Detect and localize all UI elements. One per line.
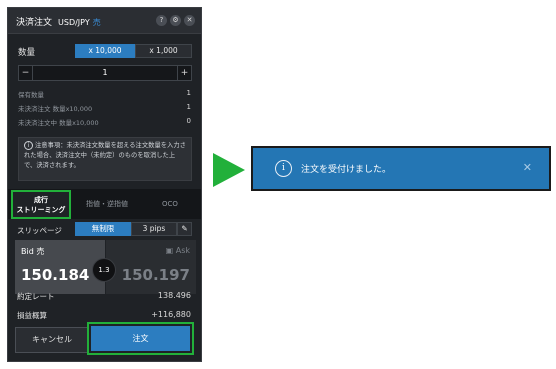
quantity-label: 数量: [18, 48, 36, 58]
open-order-quantity-label: 未決済注文 数量x10,000: [18, 105, 93, 113]
open-order-quantity-value: 1: [186, 103, 191, 111]
increment-button[interactable]: +: [177, 66, 191, 80]
close-order-panel: 決済注文 USD/JPY 売 ? ⚙ ✕ 数量 x 10,000 x 1,000 −…: [7, 7, 202, 362]
pnl-estimate-label: 損益概算: [17, 311, 47, 320]
spread-badge: 1.3: [92, 258, 116, 282]
notice-text: 注意事項：未決済注文数量を超える注文数量を入力された場合、決済注文中（未約定）の…: [24, 142, 186, 169]
panel-titlebar[interactable]: 決済注文 USD/JPY 売 ? ⚙ ✕: [8, 8, 201, 34]
tab-limit-stop[interactable]: 指値・逆指値: [74, 189, 140, 219]
tab-market-streaming[interactable]: 成行 ストリーミング: [11, 190, 71, 219]
quantity-input[interactable]: 1: [33, 66, 177, 80]
close-icon[interactable]: ✕: [523, 161, 532, 174]
lock-icon: ▣: [165, 246, 176, 255]
panel-title: 決済注文 USD/JPY 売: [16, 15, 101, 28]
cancel-button[interactable]: キャンセル: [15, 327, 89, 353]
order-button-highlight: 注文: [87, 322, 194, 355]
ask-label-text: Ask: [175, 246, 190, 255]
close-icon[interactable]: ✕: [184, 15, 195, 26]
edit-slippage-icon[interactable]: ✎: [177, 222, 192, 236]
decrement-button[interactable]: −: [19, 66, 33, 80]
notice-box: i 注意事項：未決済注文数量を超える注文数量を入力された場合、決済注文中（未約定）…: [18, 137, 192, 181]
currency-pair: USD/JPY: [58, 18, 90, 27]
slippage-label: スリッページ: [17, 226, 62, 235]
ask-price: 150.197: [121, 266, 190, 284]
pnl-estimate-value: +116,880: [151, 310, 191, 319]
slippage-option-unlimited[interactable]: 無制限: [75, 222, 131, 236]
order-button[interactable]: 注文: [91, 326, 190, 351]
pending-order-quantity-label: 未決済注文中 数量x10,000: [18, 119, 99, 127]
tab-market-line2: ストリーミング: [16, 206, 66, 214]
bid-label: Bid 売: [21, 247, 45, 256]
quantity-stepper: − 1 +: [18, 65, 192, 81]
order-side: 売: [92, 18, 101, 27]
unit-option-1000[interactable]: x 1,000: [135, 44, 192, 58]
bid-price: 150.184: [21, 266, 90, 284]
tab-oco[interactable]: OCO: [140, 189, 200, 219]
holding-quantity-label: 保有数量: [18, 91, 44, 99]
execution-rate-value: 138.496: [157, 291, 191, 300]
order-accepted-toast: i 注文を受付けました。 ✕: [251, 146, 551, 191]
order-type-tabs: 成行 ストリーミング 指値・逆指値 OCO: [8, 189, 201, 219]
ask-label: ▣ Ask: [166, 246, 190, 255]
execution-rate-label: 約定レート: [17, 292, 55, 301]
settings-icon[interactable]: ⚙: [170, 15, 181, 26]
slippage-option-3pips[interactable]: 3 pips: [131, 222, 177, 236]
holding-quantity-value: 1: [186, 89, 191, 97]
toast-message: 注文を受付けました。: [301, 165, 392, 175]
help-icon[interactable]: ?: [156, 15, 167, 26]
titlebar-icons: ? ⚙ ✕: [156, 15, 195, 26]
tab-market-line1: 成行: [34, 196, 48, 204]
arrow-right-icon: [213, 153, 245, 187]
pending-order-quantity-value: 0: [186, 117, 191, 125]
ask-price-button[interactable]: ▣ Ask 150.197: [106, 240, 196, 294]
unit-option-10000[interactable]: x 10,000: [75, 44, 135, 58]
panel-title-text: 決済注文: [16, 18, 53, 28]
info-icon: i: [24, 141, 33, 150]
info-icon: i: [275, 160, 292, 177]
